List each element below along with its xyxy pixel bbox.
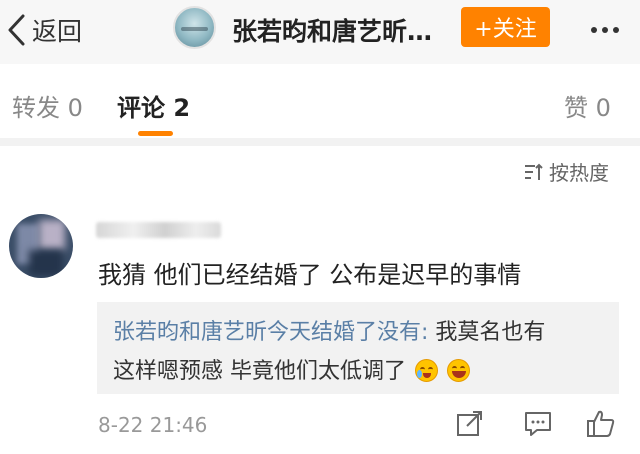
tab-comment[interactable]: 评论 2	[117, 88, 190, 123]
tab-bar: 转发 0 评论 2 赞 0	[0, 64, 640, 146]
sort-label: 按热度	[549, 161, 609, 185]
share-icon[interactable]	[455, 409, 485, 439]
comment-timestamp: 8-22 21:46	[98, 413, 208, 437]
commenter-username-blurred[interactable]	[96, 222, 221, 238]
reply-author-link[interactable]: 张若昀和唐艺昕今天结婚了没有:	[113, 320, 428, 345]
tab-repost[interactable]: 转发 0	[12, 88, 83, 123]
reply-line-2: 这样嗯预感 毕竟他们太低调了	[113, 353, 470, 385]
chevron-left-icon	[8, 14, 25, 46]
reply-text-1: 我莫名也有	[428, 320, 546, 345]
top-navigation-bar: 返回 张若昀和唐艺昕… +关注	[0, 0, 640, 64]
reply-text-2: 这样嗯预感 毕竟他们太低调了	[113, 359, 406, 384]
more-icon[interactable]	[585, 8, 625, 48]
comment-icon[interactable]	[523, 409, 553, 439]
grin-emoji-icon	[447, 359, 470, 382]
account-avatar[interactable]	[173, 6, 216, 49]
back-label: 返回	[32, 17, 83, 46]
back-button[interactable]: 返回	[6, 10, 82, 50]
comment-text: 我猜 他们已经结婚了 公布是迟早的事情	[98, 261, 522, 289]
reply-line-1: 张若昀和唐艺昕今天结婚了没有: 我莫名也有	[113, 314, 545, 346]
sort-icon	[525, 163, 543, 180]
follow-button[interactable]: +关注	[461, 7, 550, 47]
active-tab-indicator	[138, 131, 173, 136]
sort-button[interactable]: 按热度	[523, 157, 609, 186]
laugh-cry-emoji-icon	[415, 359, 438, 382]
reply-box[interactable]: 张若昀和唐艺昕今天结婚了没有: 我莫名也有 这样嗯预感 毕竟他们太低调了	[97, 302, 619, 394]
commenter-avatar[interactable]	[9, 214, 73, 278]
page-title[interactable]: 张若昀和唐艺昕…	[232, 12, 444, 48]
tab-like[interactable]: 赞 0	[564, 88, 611, 123]
thumbs-up-icon[interactable]	[586, 409, 616, 439]
